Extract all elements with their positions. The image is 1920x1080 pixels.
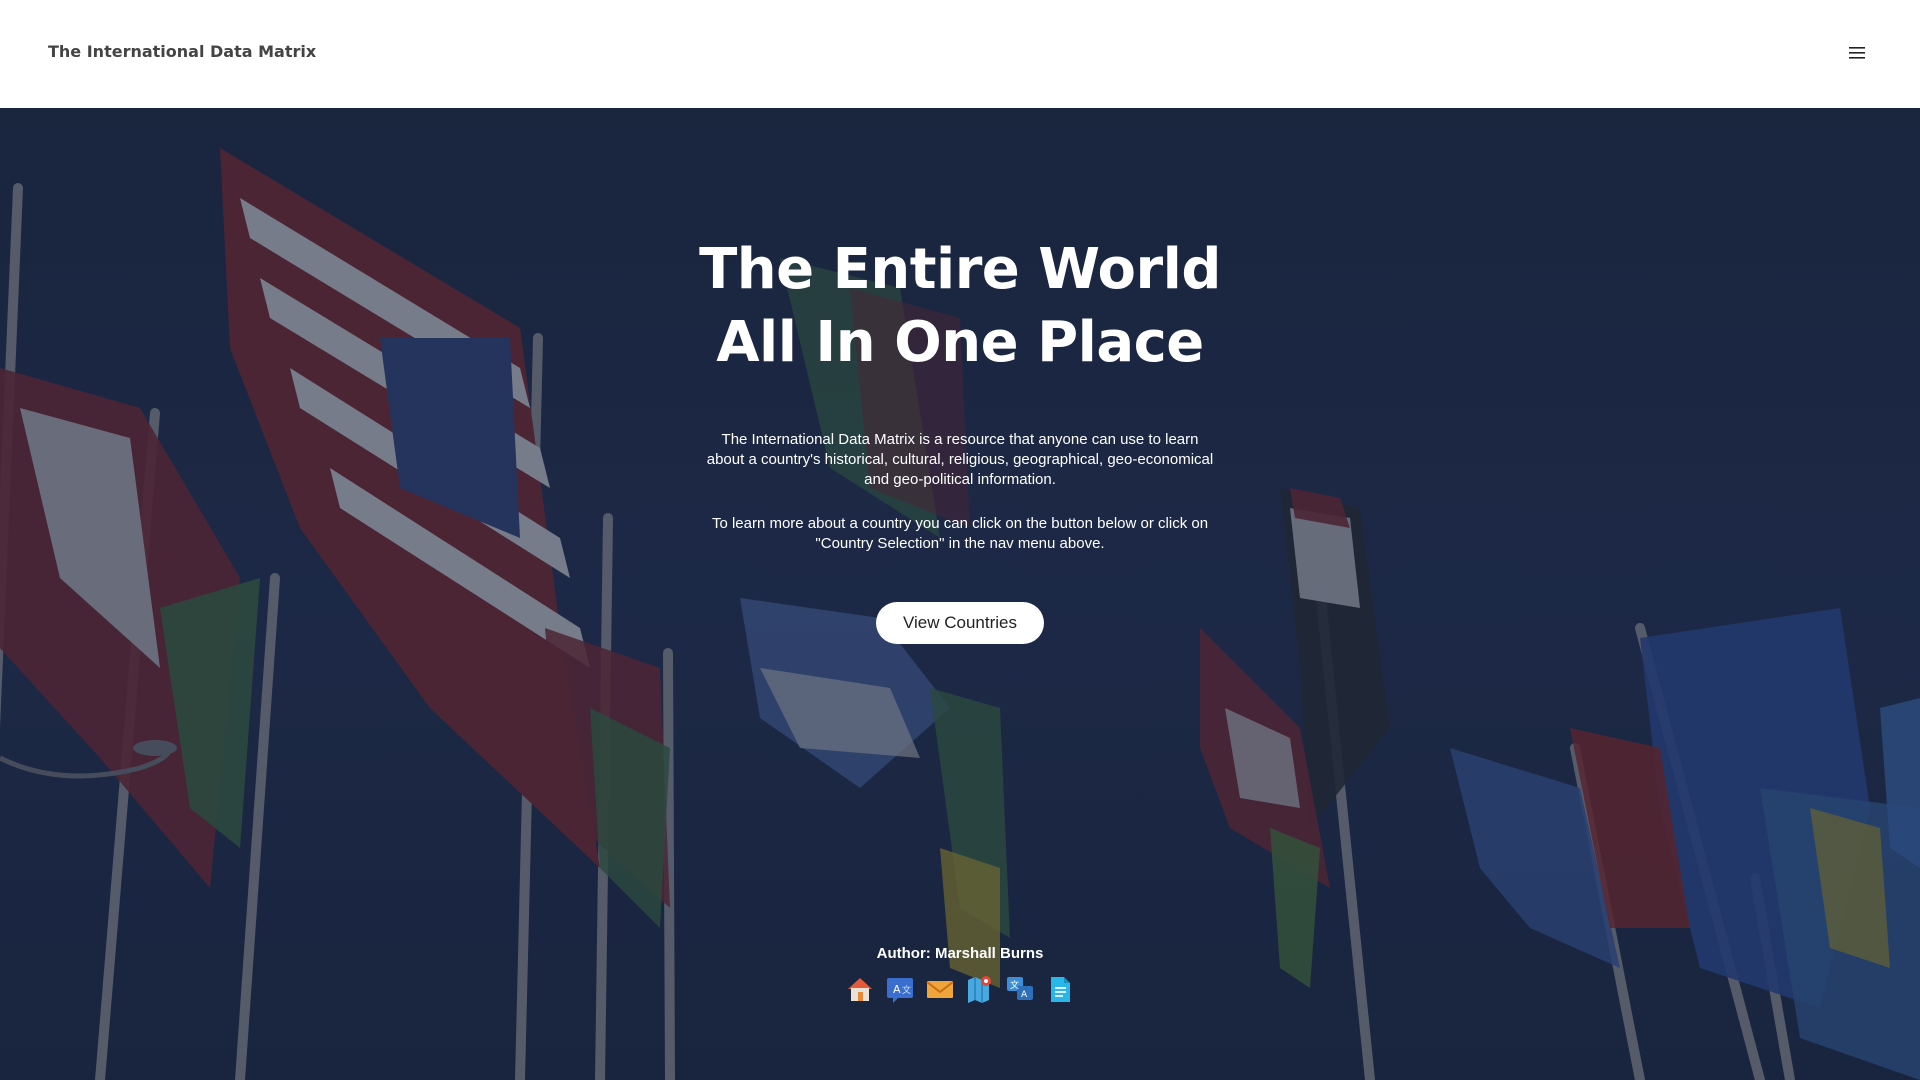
- home-icon[interactable]: [845, 974, 875, 1004]
- author-credit: Author: Marshall Burns: [876, 945, 1044, 962]
- site-brand[interactable]: The International Data Matrix: [48, 42, 316, 61]
- hero-headline: The Entire World All In One Place: [560, 233, 1360, 379]
- hero-content: The Entire World All In One Place The In…: [0, 108, 1920, 1080]
- social-icon-bar: A 文 文 A: [845, 974, 1075, 1004]
- mail-icon[interactable]: [925, 974, 955, 1004]
- hamburger-icon[interactable]: [1842, 38, 1872, 68]
- headline-line-1: The Entire World: [699, 237, 1221, 302]
- svg-text:文: 文: [902, 984, 911, 996]
- intro-paragraph: The International Data Matrix is a resou…: [706, 431, 1214, 488]
- svg-text:A: A: [893, 983, 901, 996]
- map-icon[interactable]: [965, 974, 995, 1004]
- svg-text:文: 文: [1010, 979, 1019, 991]
- top-navbar: The International Data Matrix: [0, 0, 1920, 108]
- headline-line-2: All In One Place: [716, 310, 1204, 375]
- document-icon[interactable]: [1045, 974, 1075, 1004]
- instructions-paragraph: To learn more about a country you can cl…: [711, 515, 1209, 552]
- search-translate-icon[interactable]: 文 A: [1005, 974, 1035, 1004]
- svg-text:A: A: [1021, 990, 1028, 1000]
- hero-section: The Entire World All In One Place The In…: [0, 108, 1920, 1080]
- view-countries-button[interactable]: View Countries: [876, 602, 1044, 644]
- translate-icon[interactable]: A 文: [885, 974, 915, 1004]
